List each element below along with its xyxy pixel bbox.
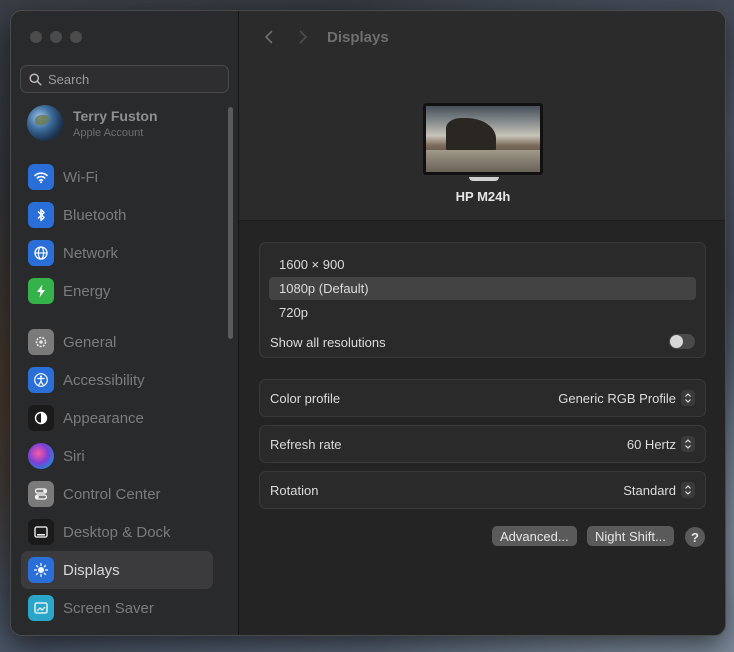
rotation-card: Rotation Standard bbox=[259, 471, 706, 509]
displays-pane: Displays HP M24h 1600 × 900 1080p (Defau… bbox=[239, 11, 725, 635]
sidebar-item-general[interactable]: General bbox=[21, 323, 213, 361]
updown-icon bbox=[681, 436, 695, 452]
control-center-icon bbox=[28, 481, 54, 507]
rotation-label: Rotation bbox=[270, 482, 319, 498]
sidebar-item-label: Screen Saver bbox=[63, 599, 154, 617]
sun-icon bbox=[28, 557, 54, 583]
resolution-card: 1600 × 900 1080p (Default) 720p Show all… bbox=[259, 242, 706, 358]
close-window-button[interactable] bbox=[30, 31, 42, 43]
color-profile-value: Generic RGB Profile bbox=[558, 390, 676, 406]
sidebar-group-network: Wi-Fi Bluetooth Network Energy bbox=[21, 158, 213, 310]
dock-icon bbox=[28, 519, 54, 545]
avatar bbox=[27, 105, 63, 141]
back-button[interactable] bbox=[259, 27, 279, 47]
wifi-icon bbox=[28, 164, 54, 190]
account-name: Terry Fuston bbox=[73, 107, 158, 124]
bolt-icon bbox=[28, 278, 54, 304]
minimize-window-button[interactable] bbox=[50, 31, 62, 43]
screensaver-icon bbox=[28, 595, 54, 621]
resolution-option[interactable]: 720p bbox=[269, 301, 696, 324]
sidebar-item-label: Bluetooth bbox=[63, 206, 127, 224]
show-all-resolutions-toggle[interactable] bbox=[669, 334, 695, 349]
appearance-icon bbox=[28, 405, 54, 431]
sidebar-item-label: Desktop & Dock bbox=[63, 523, 171, 541]
sidebar: Terry Fuston Apple Account Wi-Fi Bluetoo… bbox=[11, 11, 239, 635]
resolution-option-selected[interactable]: 1080p (Default) bbox=[269, 277, 696, 300]
page-title: Displays bbox=[327, 29, 389, 46]
sidebar-item-wifi[interactable]: Wi-Fi bbox=[21, 158, 213, 196]
sidebar-group-system: General Accessibility Appearance Siri Co… bbox=[21, 323, 213, 627]
search-icon bbox=[29, 72, 42, 86]
sidebar-item-label: Accessibility bbox=[63, 371, 145, 389]
sidebar-item-label: Siri bbox=[63, 447, 85, 465]
account-subtitle: Apple Account bbox=[73, 126, 144, 139]
color-profile-select[interactable]: Generic RGB Profile bbox=[558, 390, 695, 406]
sidebar-item-label: General bbox=[63, 333, 117, 351]
zoom-window-button[interactable] bbox=[70, 31, 82, 43]
siri-icon bbox=[28, 443, 54, 469]
display-name: HP M24h bbox=[455, 189, 511, 204]
sidebar-item-appearance[interactable]: Appearance bbox=[21, 399, 213, 437]
accessibility-icon bbox=[28, 367, 54, 393]
sidebar-item-network[interactable]: Network bbox=[21, 234, 213, 272]
window-controls bbox=[30, 31, 82, 43]
refresh-rate-label: Refresh rate bbox=[270, 436, 342, 452]
sidebar-item-displays[interactable]: Displays bbox=[21, 551, 213, 589]
display-arrangement-area: Displays HP M24h bbox=[239, 11, 725, 221]
display-stand bbox=[469, 177, 499, 181]
gear-icon bbox=[28, 329, 54, 355]
search-field[interactable] bbox=[20, 65, 229, 93]
chevron-right-icon bbox=[299, 30, 308, 44]
rotation-select[interactable]: Standard bbox=[623, 482, 695, 498]
sidebar-item-desktop-dock[interactable]: Desktop & Dock bbox=[21, 513, 213, 551]
updown-icon bbox=[681, 482, 695, 498]
sidebar-item-energy[interactable]: Energy bbox=[21, 272, 213, 310]
system-settings-window: Terry Fuston Apple Account Wi-Fi Bluetoo… bbox=[10, 10, 726, 636]
globe-icon bbox=[28, 240, 54, 266]
advanced-button[interactable]: Advanced... bbox=[492, 526, 577, 546]
resolution-option[interactable]: 1600 × 900 bbox=[269, 253, 696, 276]
sidebar-item-label: Control Center bbox=[63, 485, 161, 503]
sidebar-item-label: Appearance bbox=[63, 409, 144, 427]
sidebar-item-control-center[interactable]: Control Center bbox=[21, 475, 213, 513]
sidebar-item-label: Energy bbox=[63, 282, 111, 300]
sidebar-item-screen-saver[interactable]: Screen Saver bbox=[21, 589, 213, 627]
updown-icon bbox=[681, 390, 695, 406]
apple-account-item[interactable]: Terry Fuston Apple Account bbox=[27, 105, 158, 141]
sidebar-item-bluetooth[interactable]: Bluetooth bbox=[21, 196, 213, 234]
sidebar-item-label: Wi-Fi bbox=[63, 168, 98, 186]
sidebar-scrollbar[interactable] bbox=[228, 107, 233, 339]
color-profile-label: Color profile bbox=[270, 390, 341, 406]
forward-button[interactable] bbox=[293, 27, 313, 47]
refresh-rate-value: 60 Hertz bbox=[626, 436, 676, 452]
sidebar-item-label: Displays bbox=[63, 561, 120, 579]
show-all-resolutions-label: Show all resolutions bbox=[270, 335, 386, 350]
sidebar-item-label: Network bbox=[63, 244, 119, 262]
refresh-rate-card: Refresh rate 60 Hertz bbox=[259, 425, 706, 463]
bluetooth-icon bbox=[28, 202, 54, 228]
search-input[interactable] bbox=[48, 71, 218, 87]
refresh-rate-select[interactable]: 60 Hertz bbox=[627, 436, 695, 452]
help-button[interactable]: ? bbox=[685, 527, 705, 547]
rotation-value: Standard bbox=[623, 482, 676, 498]
color-profile-card: Color profile Generic RGB Profile bbox=[259, 379, 706, 417]
display-thumbnail[interactable] bbox=[423, 103, 543, 175]
sidebar-item-siri[interactable]: Siri bbox=[21, 437, 213, 475]
night-shift-button[interactable]: Night Shift... bbox=[587, 526, 674, 546]
sidebar-item-accessibility[interactable]: Accessibility bbox=[21, 361, 213, 399]
chevron-left-icon bbox=[264, 30, 273, 44]
